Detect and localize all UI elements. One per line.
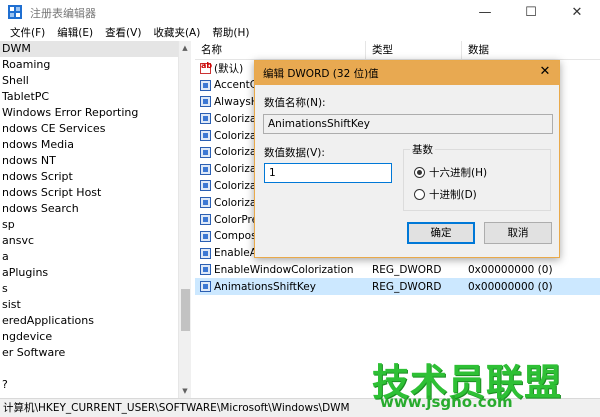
watermark-url: www.jsgho.com xyxy=(380,393,513,411)
tree-item[interactable]: ndows Script xyxy=(0,169,178,185)
tree-item[interactable]: s xyxy=(0,281,178,297)
regedit-app-icon xyxy=(8,5,22,19)
binary-value-icon xyxy=(200,264,211,276)
window-title: 注册表编辑器 xyxy=(30,7,96,20)
tree-item[interactable]: ndows NT xyxy=(0,153,178,169)
binary-value-icon xyxy=(200,130,211,142)
list-header: 名称 类型 数据 xyxy=(195,41,600,60)
value-data-label: 数值数据(V): xyxy=(264,147,325,159)
value-name: (默认) xyxy=(214,62,244,75)
tree-item[interactable]: sp xyxy=(0,217,178,233)
tree-item[interactable]: ndows CE Services xyxy=(0,121,178,137)
dialog-close-icon[interactable]: ✕ xyxy=(538,65,552,79)
tree-item[interactable]: Roaming xyxy=(0,57,178,73)
tree-item[interactable]: ? xyxy=(0,377,178,393)
tree-item[interactable]: Windows Error Reporting xyxy=(0,105,178,121)
tree-item[interactable]: ndows Search xyxy=(0,201,178,217)
binary-value-icon xyxy=(200,79,211,91)
key-tree[interactable]: DWM Roaming Shell TabletPC Windows Error Rep… xyxy=(0,41,179,398)
cancel-button[interactable]: 取消 xyxy=(484,222,552,244)
hex-radio-option[interactable]: 十六进制(H) xyxy=(414,165,487,180)
column-header-data[interactable]: 数据 xyxy=(462,41,600,59)
menu-item[interactable]: 文件(F) xyxy=(4,24,51,41)
binary-value-icon xyxy=(200,146,211,158)
base-groupbox: 基数 十六进制(H) 十进制(D) xyxy=(403,142,551,211)
tree-item[interactable]: TabletPC xyxy=(0,89,178,105)
tree-item[interactable]: ngdevice xyxy=(0,329,178,345)
dec-radio[interactable] xyxy=(414,189,425,200)
column-header-name[interactable]: 名称 xyxy=(195,41,366,59)
scrollbar-thumb[interactable] xyxy=(181,289,190,331)
menu-item[interactable]: 编辑(E) xyxy=(51,24,99,41)
table-row[interactable]: AnimationsShiftKey REG_DWORD 0x00000000 (0… xyxy=(195,278,600,296)
close-button[interactable]: ✕ xyxy=(554,0,600,24)
title-bar: 注册表编辑器 — ☐ ✕ xyxy=(0,0,600,24)
binary-value-icon xyxy=(200,96,211,108)
value-data-input[interactable]: 1 xyxy=(264,163,392,183)
dec-radio-option[interactable]: 十进制(D) xyxy=(414,187,477,202)
tree-item[interactable] xyxy=(0,361,178,377)
column-header-type[interactable]: 类型 xyxy=(366,41,462,59)
cell-name: AnimationsShiftKey xyxy=(195,281,366,293)
maximize-button[interactable]: ☐ xyxy=(508,0,554,24)
ok-button[interactable]: 确定 xyxy=(407,222,475,244)
binary-value-icon xyxy=(200,180,211,192)
hex-radio[interactable] xyxy=(414,167,425,178)
dialog-title-bar[interactable]: 编辑 DWORD (32 位)值 ✕ xyxy=(255,61,559,85)
scroll-down-arrow-icon[interactable]: ▼ xyxy=(179,384,191,398)
tree-item[interactable]: DWM xyxy=(0,41,178,57)
menu-bar: 文件(F) 编辑(E) 查看(V) 收藏夹(A) 帮助(H) xyxy=(0,24,600,41)
menu-item[interactable]: 查看(V) xyxy=(99,24,147,41)
tree-item[interactable]: eredApplications xyxy=(0,313,178,329)
value-name: EnableWindowColorization xyxy=(214,263,354,276)
tree-item[interactable]: Shell xyxy=(0,73,178,89)
cell-name: EnableWindowColorization xyxy=(195,264,366,276)
menu-item[interactable]: 帮助(H) xyxy=(206,24,255,41)
tree-item[interactable]: sist xyxy=(0,297,178,313)
tree-item[interactable]: ndows Script Host xyxy=(0,185,178,201)
tree-item[interactable]: ndows Media xyxy=(0,137,178,153)
scroll-up-arrow-icon[interactable]: ▲ xyxy=(179,41,191,55)
hex-radio-label: 十六进制(H) xyxy=(429,167,488,179)
tree-item[interactable]: ansvc xyxy=(0,233,178,249)
cell-type: REG_DWORD xyxy=(372,263,442,276)
value-name-field[interactable]: AnimationsShiftKey xyxy=(263,114,553,134)
base-label: 基数 xyxy=(410,142,435,157)
tree-item[interactable]: aPlugins xyxy=(0,265,178,281)
value-name-label: 数值名称(N): xyxy=(264,97,326,109)
binary-value-icon xyxy=(200,163,211,175)
binary-value-icon xyxy=(200,247,211,259)
menu-item[interactable]: 收藏夹(A) xyxy=(147,24,206,41)
table-row[interactable]: EnableWindowColorization REG_DWORD 0x00000… xyxy=(195,262,600,279)
cell-data: 0x00000000 (0) xyxy=(468,263,553,276)
cell-type: REG_DWORD xyxy=(372,280,442,293)
dec-radio-label: 十进制(D) xyxy=(429,189,477,201)
string-value-icon: ab xyxy=(200,61,212,74)
value-name: AnimationsShiftKey xyxy=(214,280,316,293)
tree-scrollbar[interactable]: ▲ ▼ xyxy=(179,41,191,398)
tree-item[interactable]: er Software xyxy=(0,345,178,361)
binary-value-icon xyxy=(200,113,211,125)
binary-value-icon xyxy=(200,214,211,226)
cell-data: 0x00000000 (0) xyxy=(468,280,553,293)
binary-value-icon xyxy=(200,281,211,293)
dialog-title: 编辑 DWORD (32 位)值 xyxy=(263,68,379,80)
minimize-button[interactable]: — xyxy=(462,0,508,24)
binary-value-icon xyxy=(200,230,211,242)
edit-dword-dialog: 编辑 DWORD (32 位)值 ✕ 数值名称(N): AnimationsSh… xyxy=(254,60,560,258)
binary-value-icon xyxy=(200,197,211,209)
tree-item[interactable]: a xyxy=(0,249,178,265)
